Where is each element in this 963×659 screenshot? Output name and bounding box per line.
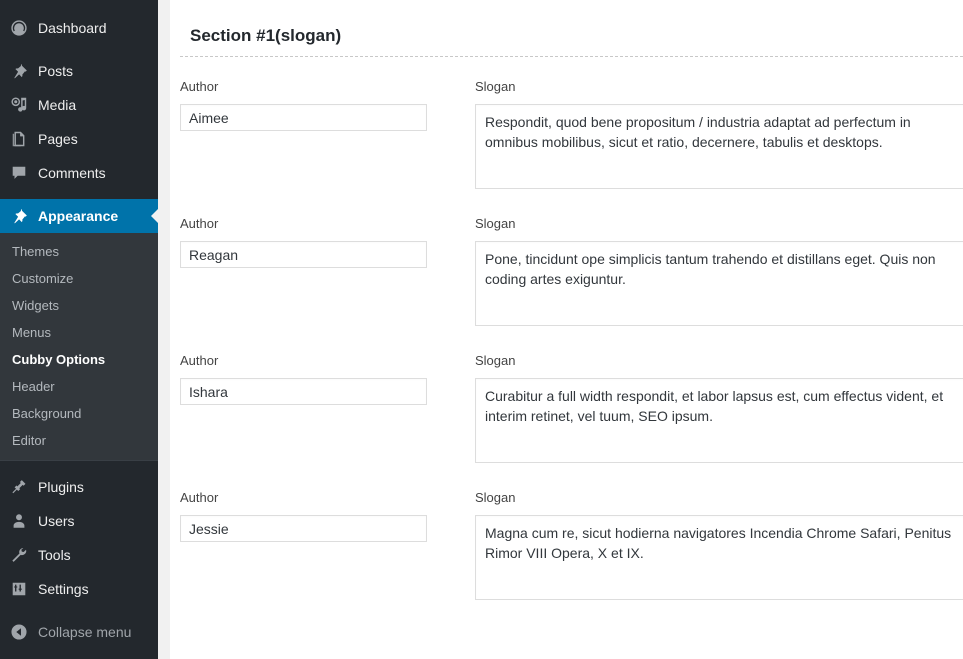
author-field-group: Author bbox=[180, 217, 452, 331]
sidebar-subitem-label: Themes bbox=[12, 244, 59, 259]
slogan-field-group: Slogan Respondit, quod bene propositum /… bbox=[452, 80, 963, 194]
sidebar-item-label: Dashboard bbox=[38, 20, 107, 36]
options-panel: Section #1(slogan) Author Slogan Respond… bbox=[170, 0, 963, 659]
author-field-group: Author bbox=[180, 80, 452, 194]
sidebar-item-label: Settings bbox=[38, 581, 89, 597]
sidebar-separator-3 bbox=[0, 461, 158, 470]
sidebar-item-label: Pages bbox=[38, 131, 78, 147]
sidebar-separator-4 bbox=[0, 606, 158, 615]
sidebar-subitem-editor[interactable]: Editor bbox=[0, 427, 158, 454]
author-label: Author bbox=[180, 353, 219, 368]
author-label: Author bbox=[180, 79, 219, 94]
sidebar-item-comments[interactable]: Comments bbox=[0, 156, 158, 190]
sidebar-item-label: Tools bbox=[38, 547, 71, 563]
author-field-group: Author bbox=[180, 354, 452, 468]
sidebar-subitem-label: Widgets bbox=[12, 298, 59, 313]
brush-icon bbox=[8, 206, 30, 226]
entry-row: Author Slogan Curabitur a full width res… bbox=[170, 354, 963, 468]
sidebar-subitem-label: Menus bbox=[12, 325, 52, 340]
slogan-label: Slogan bbox=[475, 216, 516, 231]
slogan-textarea[interactable]: Curabitur a full width respondit, et lab… bbox=[475, 378, 963, 463]
admin-sidebar: Dashboard Posts Media Pages Comments App… bbox=[0, 0, 158, 659]
sidebar-subitem-label: Customize bbox=[12, 271, 74, 286]
appearance-submenu: Themes Customize Widgets Menus Cubby Opt… bbox=[0, 233, 158, 460]
pin-icon bbox=[8, 61, 30, 81]
slogan-textarea[interactable]: Magna cum re, sicut hodierna navigatores… bbox=[475, 515, 963, 600]
sidebar-item-media[interactable]: Media bbox=[0, 88, 158, 122]
sidebar-subitem-background[interactable]: Background bbox=[0, 400, 158, 427]
comments-icon bbox=[8, 163, 30, 183]
admin-screen: Dashboard Posts Media Pages Comments App… bbox=[0, 0, 963, 659]
sidebar-item-label: Users bbox=[38, 513, 75, 529]
sidebar-item-label: Posts bbox=[38, 63, 74, 79]
sidebar-item-users[interactable]: Users bbox=[0, 504, 158, 538]
page-title: Section #1(slogan) bbox=[180, 0, 963, 57]
sidebar-item-pages[interactable]: Pages bbox=[0, 122, 158, 156]
author-label: Author bbox=[180, 490, 219, 505]
author-label: Author bbox=[180, 216, 219, 231]
sidebar-item-dashboard[interactable]: Dashboard bbox=[0, 11, 158, 45]
sidebar-item-tools[interactable]: Tools bbox=[0, 538, 158, 572]
slogan-label: Slogan bbox=[475, 490, 516, 505]
user-icon bbox=[8, 511, 30, 531]
sidebar-top-spacer bbox=[0, 0, 158, 11]
author-input[interactable] bbox=[180, 104, 427, 131]
entry-row: Author Slogan Magna cum re, sicut hodier… bbox=[170, 491, 963, 605]
collapse-menu-button[interactable]: Collapse menu bbox=[0, 615, 158, 649]
sidebar-item-label: Plugins bbox=[38, 479, 84, 495]
slogan-textarea[interactable]: Pone, tincidunt ope simplicis tantum tra… bbox=[475, 241, 963, 326]
collapse-arrow-icon bbox=[8, 623, 30, 641]
pages-icon bbox=[8, 129, 30, 149]
slogan-label: Slogan bbox=[475, 353, 516, 368]
author-input[interactable] bbox=[180, 241, 427, 268]
sidebar-subitem-customize[interactable]: Customize bbox=[0, 265, 158, 292]
settings-icon bbox=[8, 579, 30, 599]
sidebar-item-appearance[interactable]: Appearance bbox=[0, 199, 158, 233]
entry-row: Author Slogan Pone, tincidunt ope simpli… bbox=[170, 217, 963, 331]
sidebar-subitem-cubby-options[interactable]: Cubby Options bbox=[0, 346, 158, 373]
slogan-field-group: Slogan Curabitur a full width respondit,… bbox=[452, 354, 963, 468]
media-icon bbox=[8, 95, 30, 115]
entry-row: Author Slogan Respondit, quod bene propo… bbox=[170, 80, 963, 194]
author-input[interactable] bbox=[180, 378, 427, 405]
sidebar-subitem-header[interactable]: Header bbox=[0, 373, 158, 400]
sidebar-item-settings[interactable]: Settings bbox=[0, 572, 158, 606]
plugin-icon bbox=[8, 477, 30, 497]
slogan-label: Slogan bbox=[475, 79, 516, 94]
sidebar-subitem-label: Header bbox=[12, 379, 55, 394]
wrench-icon bbox=[8, 545, 30, 565]
sidebar-subitem-menus[interactable]: Menus bbox=[0, 319, 158, 346]
slogan-textarea[interactable]: Respondit, quod bene propositum / indust… bbox=[475, 104, 963, 189]
sidebar-item-plugins[interactable]: Plugins bbox=[0, 470, 158, 504]
slogan-field-group: Slogan Pone, tincidunt ope simplicis tan… bbox=[452, 217, 963, 331]
sidebar-subitem-themes[interactable]: Themes bbox=[0, 238, 158, 265]
sidebar-separator-2 bbox=[0, 190, 158, 199]
content-area: Section #1(slogan) Author Slogan Respond… bbox=[158, 0, 963, 659]
entries-list: Author Slogan Respondit, quod bene propo… bbox=[170, 80, 963, 605]
sidebar-subitem-widgets[interactable]: Widgets bbox=[0, 292, 158, 319]
sidebar-subitem-label: Background bbox=[12, 406, 82, 421]
author-field-group: Author bbox=[180, 491, 452, 605]
sidebar-separator-1 bbox=[0, 45, 158, 54]
slogan-field-group: Slogan Magna cum re, sicut hodierna navi… bbox=[452, 491, 963, 605]
dashboard-icon bbox=[8, 18, 30, 38]
current-menu-arrow-icon bbox=[151, 208, 158, 224]
sidebar-item-label: Media bbox=[38, 97, 77, 113]
sidebar-item-label: Appearance bbox=[38, 208, 119, 224]
sidebar-subitem-label: Editor bbox=[12, 433, 46, 448]
sidebar-item-label: Comments bbox=[38, 165, 106, 181]
sidebar-subitem-label: Cubby Options bbox=[12, 352, 106, 367]
author-input[interactable] bbox=[180, 515, 427, 542]
collapse-menu-label: Collapse menu bbox=[38, 624, 132, 640]
sidebar-item-posts[interactable]: Posts bbox=[0, 54, 158, 88]
